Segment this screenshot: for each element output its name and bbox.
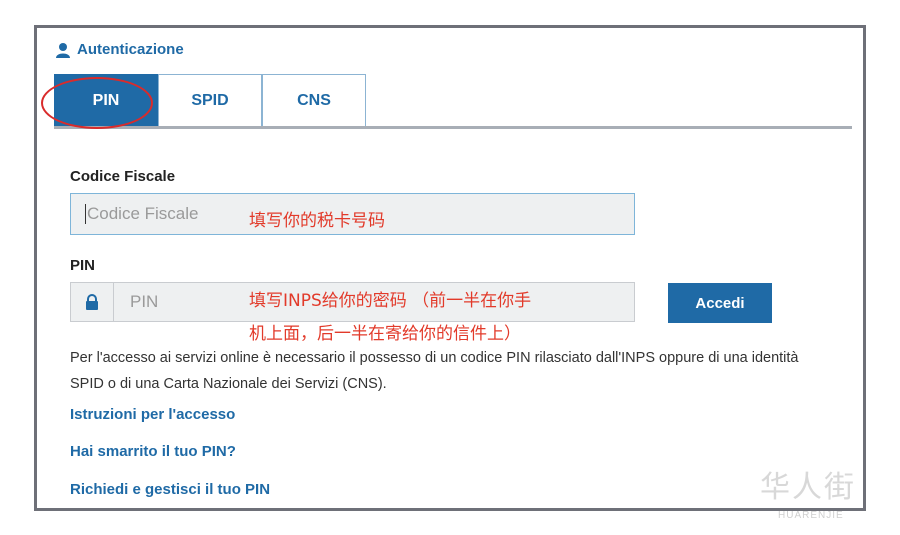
lock-icon	[86, 294, 98, 310]
codice-fiscale-placeholder: Codice Fiscale	[87, 204, 199, 223]
accedi-button[interactable]: Accedi	[668, 283, 772, 323]
cf-annotation: 填写你的税卡号码	[249, 211, 385, 231]
auth-panel: Autenticazione PIN SPID CNS Codice Fisca…	[34, 25, 866, 511]
tab-pin[interactable]: PIN	[54, 74, 158, 126]
link-istruzioni[interactable]: Istruzioni per l'accesso	[70, 406, 235, 423]
text-caret	[85, 204, 86, 224]
watermark-subtext: HUARENJIE	[778, 510, 844, 521]
tab-cns[interactable]: CNS	[262, 74, 366, 126]
auth-description: Per l'accesso ai servizi online è necess…	[70, 350, 799, 392]
tab-spid[interactable]: SPID	[158, 74, 262, 126]
tab-divider	[54, 126, 852, 129]
pin-label: PIN	[70, 257, 96, 274]
auth-header: Autenticazione	[55, 41, 184, 58]
pin-placeholder: PIN	[130, 292, 159, 311]
pin-annotation-line1: 填写INPS给你的密码 （前一半在你手	[249, 291, 532, 311]
codice-fiscale-label: Codice Fiscale	[70, 168, 176, 185]
auth-tabs: PIN SPID CNS	[54, 74, 366, 126]
pin-annotation-line2: 机上面，后一半在寄给你的信件上）	[249, 324, 521, 344]
auth-title: Autenticazione	[77, 41, 184, 58]
link-smarrito-pin[interactable]: Hai smarrito il tuo PIN?	[70, 443, 236, 460]
user-icon	[56, 42, 70, 58]
link-richiedi-pin[interactable]: Richiedi e gestisci il tuo PIN	[70, 481, 270, 498]
watermark-logo: 华人街	[760, 470, 856, 505]
lock-icon-box	[71, 283, 114, 321]
